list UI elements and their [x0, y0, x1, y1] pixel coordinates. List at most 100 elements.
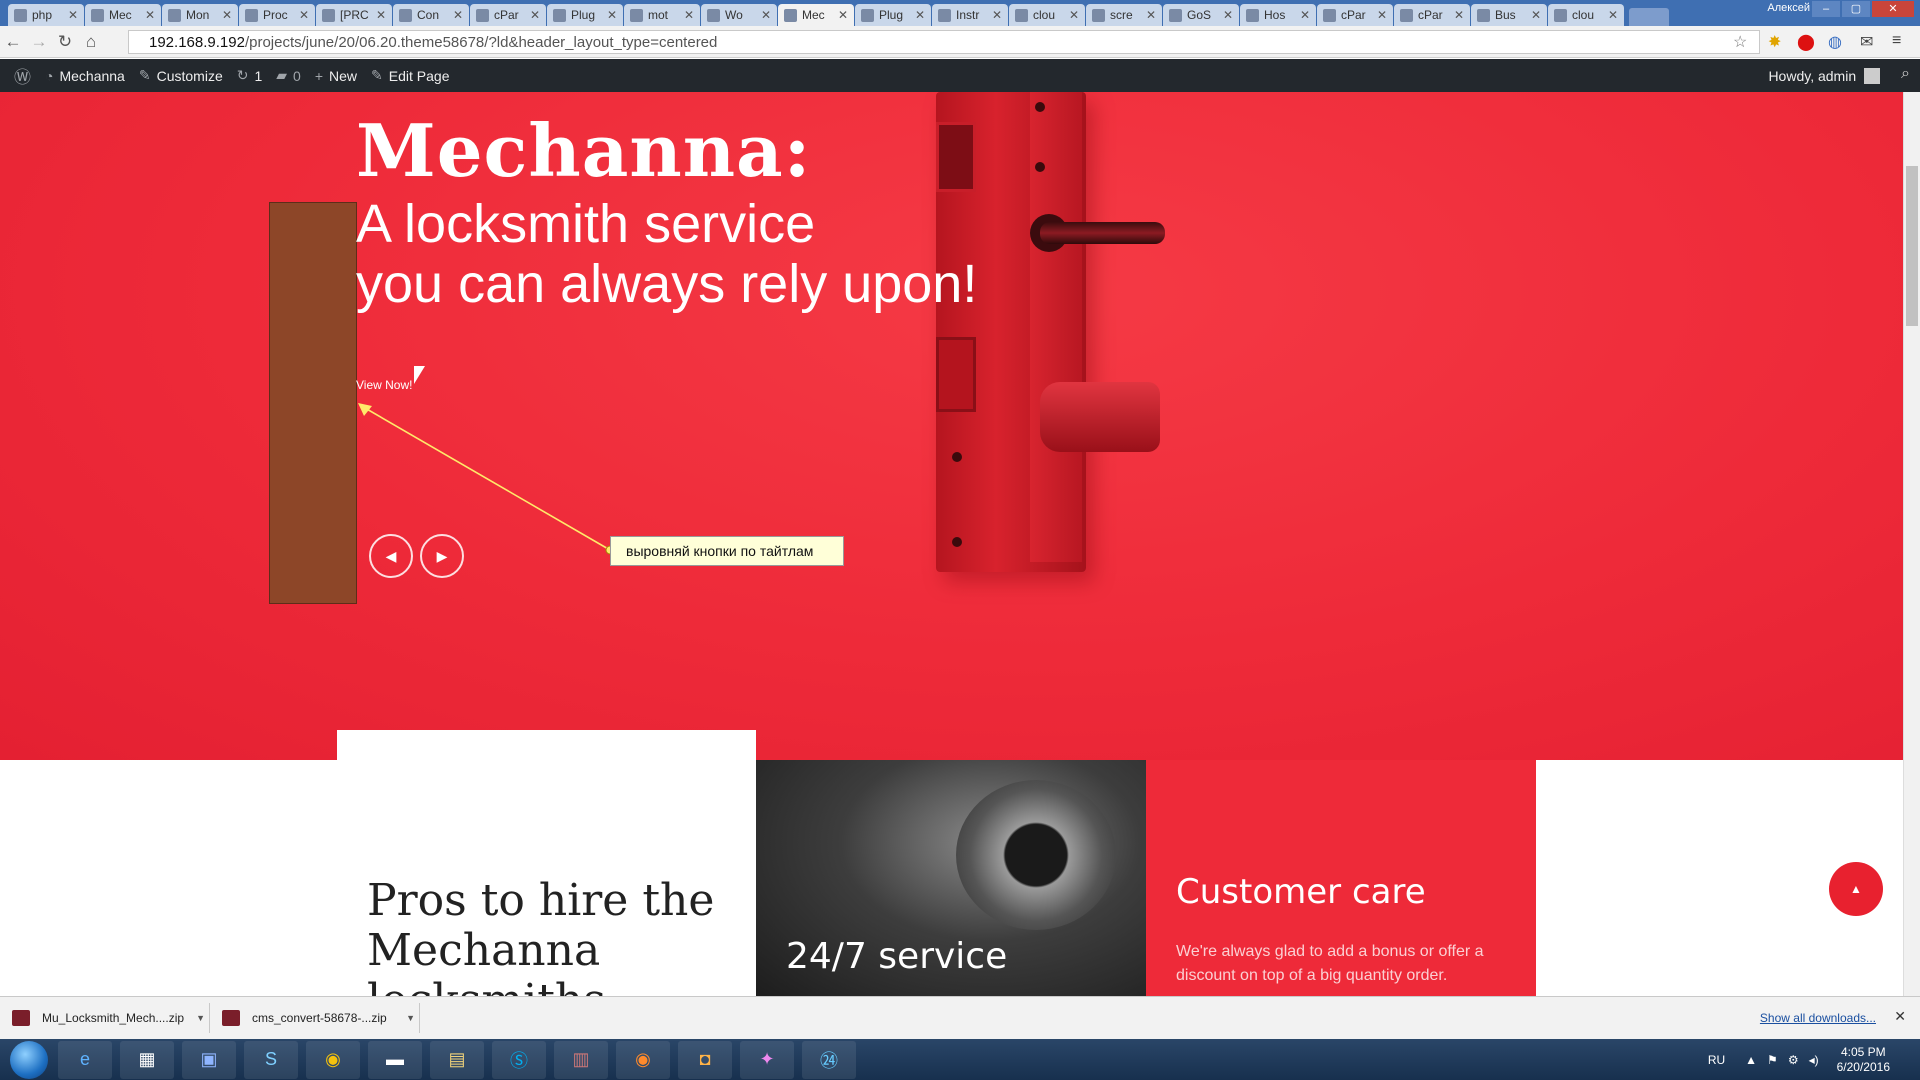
tab-close-icon[interactable]: ✕ — [530, 8, 540, 22]
tab-close-icon[interactable]: ✕ — [684, 8, 694, 22]
tab-close-icon[interactable]: ✕ — [68, 8, 78, 22]
browser-tab[interactable]: [PRC ✕ — [316, 4, 392, 26]
tab-close-icon[interactable]: ✕ — [761, 8, 771, 22]
new-tab-button[interactable] — [1629, 8, 1669, 26]
start-button[interactable] — [10, 1040, 48, 1079]
skype-s-icon[interactable]: S — [244, 1040, 298, 1079]
site-name-label: Mechanna — [59, 67, 125, 84]
wp-howdy[interactable]: Howdy, admin — [1768, 68, 1880, 84]
wp-logo-icon[interactable]: Ⓦ — [14, 63, 31, 88]
reload-button[interactable]: ↻ — [52, 32, 78, 52]
close-icon[interactable]: ✕ — [1894, 1008, 1906, 1025]
scrollbar-thumb[interactable] — [1906, 166, 1918, 326]
home-button[interactable]: ⌂ — [78, 32, 104, 52]
maximize-button[interactable]: ▢ — [1842, 1, 1870, 17]
firefox-icon[interactable]: ◉ — [616, 1040, 670, 1079]
extension-icon[interactable]: ✸ — [1768, 32, 1781, 52]
flag-icon[interactable]: ⚑ — [1767, 1053, 1778, 1067]
download-item[interactable]: Mu_Locksmith_Mech....zip ▼ — [0, 1003, 210, 1033]
tab-close-icon[interactable]: ✕ — [222, 8, 232, 22]
terminal-icon[interactable]: ▬ — [368, 1040, 422, 1079]
tray-arrow-icon[interactable]: ▲ — [1745, 1053, 1757, 1067]
wp-edit-page[interactable]: ✎ Edit Page — [371, 67, 449, 84]
browser-tab[interactable]: cPar ✕ — [1394, 4, 1470, 26]
wp-customize[interactable]: ✎ Customize — [139, 67, 223, 84]
minimize-button[interactable]: – — [1812, 1, 1840, 17]
tab-close-icon[interactable]: ✕ — [915, 8, 925, 22]
browser-tab[interactable]: clou ✕ — [1009, 4, 1085, 26]
bookmark-star-icon[interactable]: ☆ — [1733, 32, 1747, 52]
browser-tab[interactable]: Hos ✕ — [1240, 4, 1316, 26]
clock[interactable]: 4:05 PM 6/20/2016 — [1837, 1045, 1890, 1075]
network-icon[interactable]: ⚙ — [1788, 1053, 1799, 1067]
winrar-icon[interactable]: ▥ — [554, 1040, 608, 1079]
folder-icon[interactable]: ▤ — [430, 1040, 484, 1079]
download-item[interactable]: cms_convert-58678-...zip ▼ — [210, 1003, 420, 1033]
browser-tab[interactable]: clou ✕ — [1548, 4, 1624, 26]
slider-prev-button[interactable]: ◀ — [369, 534, 413, 578]
browser-tab[interactable]: Instr ✕ — [932, 4, 1008, 26]
tab-close-icon[interactable]: ✕ — [1454, 8, 1464, 22]
browser-tab[interactable]: cPar ✕ — [470, 4, 546, 26]
tab-close-icon[interactable]: ✕ — [1300, 8, 1310, 22]
browser-tab[interactable]: GoS ✕ — [1163, 4, 1239, 26]
chevron-down-icon[interactable]: ▼ — [196, 1013, 205, 1023]
browser-tab[interactable]: php ✕ — [8, 4, 84, 26]
address-bar[interactable]: 192.168.9.192/projects/june/20/06.20.the… — [128, 30, 1760, 54]
chevron-down-icon[interactable]: ▼ — [406, 1013, 415, 1023]
browser-tab[interactable]: Con ✕ — [393, 4, 469, 26]
tab-close-icon[interactable]: ✕ — [299, 8, 309, 22]
forward-button[interactable]: → — [26, 32, 52, 52]
browser-tab[interactable]: Plug ✕ — [547, 4, 623, 26]
tab-close-icon[interactable]: ✕ — [453, 8, 463, 22]
browser-tab[interactable]: Bus ✕ — [1471, 4, 1547, 26]
wp-new[interactable]: + New — [315, 68, 357, 84]
calculator-icon[interactable]: ▦ — [120, 1040, 174, 1079]
tab-close-icon[interactable]: ✕ — [1223, 8, 1233, 22]
ie-icon[interactable]: e — [58, 1040, 112, 1079]
close-window-button[interactable]: ✕ — [1872, 1, 1914, 17]
tab-close-icon[interactable]: ✕ — [1146, 8, 1156, 22]
mail-icon[interactable]: ✉ — [1860, 32, 1873, 52]
chrome-icon[interactable]: ◉ — [306, 1040, 360, 1079]
browser-tab[interactable]: Mec ✕ — [85, 4, 161, 26]
paint-icon[interactable]: ✦ — [740, 1040, 794, 1079]
tab-close-icon[interactable]: ✕ — [992, 8, 1002, 22]
browser-tab[interactable]: Plug ✕ — [855, 4, 931, 26]
back-button[interactable]: ← — [0, 32, 26, 52]
globe-icon[interactable]: ◍ — [1828, 32, 1842, 52]
tab-title: mot — [648, 8, 669, 22]
tab-close-icon[interactable]: ✕ — [1531, 8, 1541, 22]
language-indicator[interactable]: RU — [1708, 1053, 1725, 1067]
browser-tab[interactable]: cPar ✕ — [1317, 4, 1393, 26]
save-icon[interactable]: ▣ — [182, 1040, 236, 1079]
page-scrollbar[interactable] — [1903, 92, 1920, 996]
browser-tab[interactable]: scre ✕ — [1086, 4, 1162, 26]
service-card: 24/7 service — [756, 760, 1146, 996]
media-icon[interactable]: ◘ — [678, 1040, 732, 1079]
search-icon[interactable]: ⌕ — [1901, 65, 1910, 83]
skype-icon[interactable]: Ⓢ — [492, 1040, 546, 1079]
browser-tab[interactable]: Wo ✕ — [701, 4, 777, 26]
wp-comments[interactable]: ▰ 0 — [276, 67, 301, 84]
browser-tab[interactable]: Mon ✕ — [162, 4, 238, 26]
wp-site-name[interactable]: ◔ Mechanna — [45, 68, 125, 84]
tab-close-icon[interactable]: ✕ — [376, 8, 386, 22]
tab-close-icon[interactable]: ✕ — [1069, 8, 1079, 22]
adblock-icon[interactable]: ⬤ — [1797, 32, 1815, 52]
tab-close-icon[interactable]: ✕ — [838, 8, 848, 22]
tab-close-icon[interactable]: ✕ — [1377, 8, 1387, 22]
menu-icon[interactable]: ≡ — [1892, 32, 1901, 50]
show-all-downloads-link[interactable]: Show all downloads... — [1760, 1011, 1876, 1025]
slider-next-button[interactable]: ▶ — [420, 534, 464, 578]
app24-icon[interactable]: ㉔ — [802, 1040, 856, 1079]
browser-tab[interactable]: Proc ✕ — [239, 4, 315, 26]
browser-tab[interactable]: mot ✕ — [624, 4, 700, 26]
tab-close-icon[interactable]: ✕ — [145, 8, 155, 22]
browser-tab[interactable]: Mec ✕ — [778, 4, 854, 26]
tab-close-icon[interactable]: ✕ — [1608, 8, 1618, 22]
tab-close-icon[interactable]: ✕ — [607, 8, 617, 22]
scroll-to-top-button[interactable]: ▲ — [1829, 862, 1883, 916]
volume-icon[interactable]: ◂) — [1809, 1053, 1819, 1067]
wp-updates[interactable]: ↻ 1 — [237, 67, 263, 84]
